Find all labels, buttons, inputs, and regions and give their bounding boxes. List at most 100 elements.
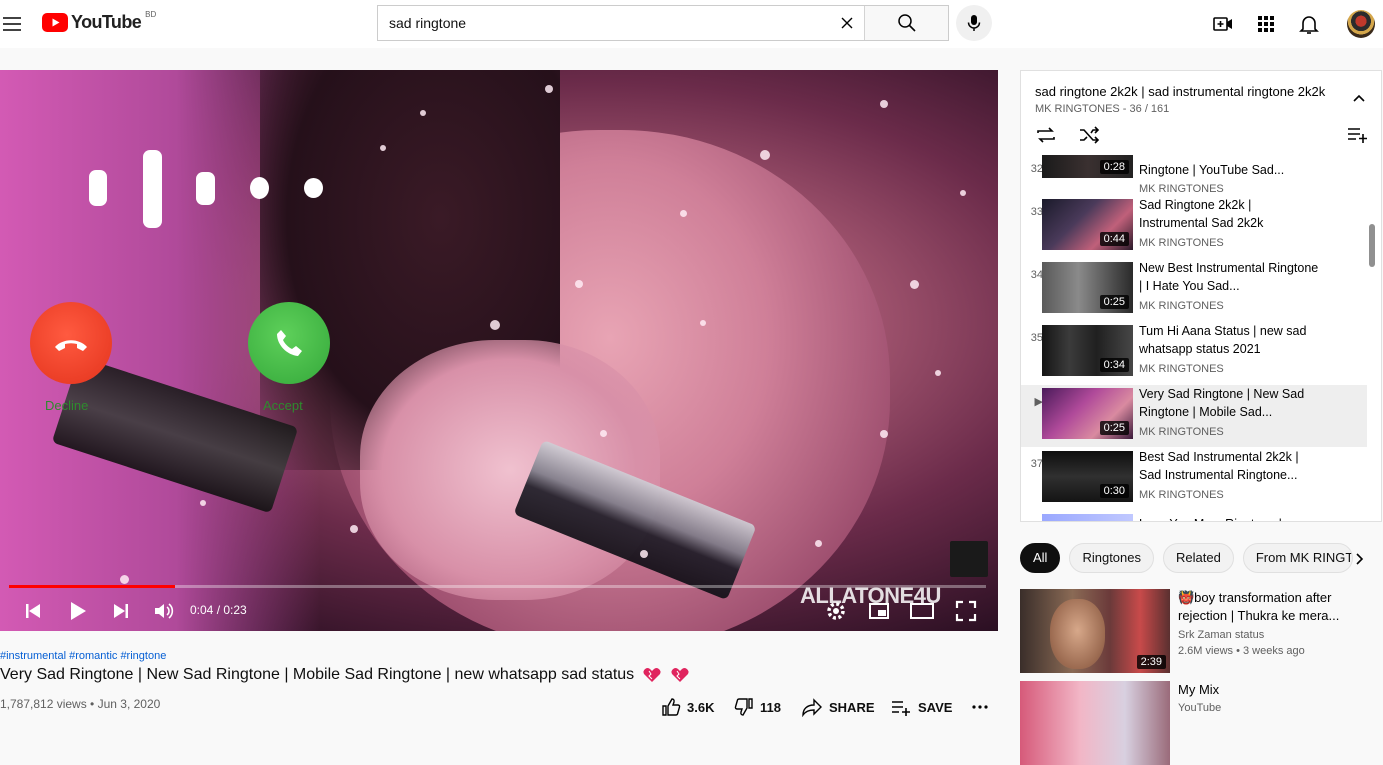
like-icon bbox=[662, 698, 681, 716]
playlist-item[interactable]: 34 0:25 New Best Instrumental Ringtone | I… bbox=[1021, 259, 1367, 321]
avatar[interactable] bbox=[1347, 10, 1375, 38]
related-thumbnail[interactable]: 2:39 bbox=[1020, 589, 1170, 673]
playlist-item-title[interactable]: Tum Hi Aana Status | new sad whatsapp st… bbox=[1139, 322, 1319, 358]
chevron-right-icon[interactable] bbox=[1351, 551, 1367, 567]
chip-ringtones[interactable]: Ringtones bbox=[1069, 543, 1154, 573]
playlist-item-title[interactable]: Sad Ringtone 2k2k | Instrumental Sad 2k2… bbox=[1139, 196, 1319, 232]
video-player[interactable]: Decline Accept ALLATONE4U 0:04 / 0:23 bbox=[0, 70, 998, 631]
heart-emoji-icon bbox=[642, 667, 662, 683]
dislike-count: 118 bbox=[760, 699, 781, 715]
create-video-icon[interactable] bbox=[1211, 12, 1235, 36]
video-title: Very Sad Ringtone | New Sad Ringtone | M… bbox=[0, 666, 690, 684]
chip-related[interactable]: Related bbox=[1163, 543, 1234, 573]
save-label: SAVE bbox=[918, 699, 953, 715]
playlist-item-channel: MK RINGTONES bbox=[1139, 426, 1224, 438]
playlist-item-title[interactable]: Very Sad Ringtone | New Sad Ringtone | M… bbox=[1139, 385, 1319, 421]
playlist-item-thumbnail[interactable]: 0:30 bbox=[1042, 451, 1133, 502]
playlist-scrollbar[interactable] bbox=[1369, 224, 1375, 267]
progress-bar[interactable] bbox=[9, 585, 986, 588]
save-playlist-icon bbox=[892, 701, 910, 716]
add-to-queue-icon[interactable] bbox=[1347, 126, 1369, 144]
volume-icon[interactable] bbox=[152, 600, 174, 622]
logo-text: YouTube bbox=[71, 12, 142, 32]
clear-search-icon[interactable] bbox=[830, 6, 864, 40]
previous-icon[interactable] bbox=[22, 600, 44, 622]
playlist-title[interactable]: sad ringtone 2k2k | sad instrumental rin… bbox=[1035, 84, 1325, 99]
playlist-item-title[interactable]: Love You Mom Ringtone | bbox=[1139, 515, 1319, 521]
more-actions-icon[interactable] bbox=[970, 697, 990, 717]
dislike-icon bbox=[734, 698, 753, 716]
views-date: 1,787,812 views • Jun 3, 2020 bbox=[0, 697, 161, 711]
playlist-item-index: 37 bbox=[1030, 458, 1043, 470]
filter-chips: All Ringtones Related From MK RINGT bbox=[1020, 543, 1353, 573]
related-title[interactable]: My Mix bbox=[1178, 681, 1378, 699]
chip-from-channel[interactable]: From MK RINGT bbox=[1242, 543, 1353, 573]
playlist-header: sad ringtone 2k2k | sad instrumental rin… bbox=[1021, 71, 1381, 155]
play-icon[interactable] bbox=[66, 599, 90, 623]
related-video-1[interactable]: 2:39 👹boy transformation after rejection… bbox=[1020, 589, 1380, 673]
decline-label: Decline bbox=[45, 398, 89, 413]
playlist-item-thumbnail[interactable] bbox=[1042, 514, 1133, 521]
playlist-item-thumbnail[interactable]: 0:25 bbox=[1042, 262, 1133, 313]
duration-badge: 0:25 bbox=[1099, 421, 1129, 435]
apps-icon[interactable] bbox=[1254, 12, 1278, 36]
hashtags[interactable]: #instrumental #romantic #ringtone bbox=[0, 650, 166, 662]
share-label: SHARE bbox=[829, 699, 875, 715]
duration-badge: 2:39 bbox=[1136, 655, 1166, 669]
youtube-logo[interactable]: YouTube BD bbox=[42, 10, 156, 33]
like-button[interactable]: 3.6K bbox=[661, 697, 714, 717]
voice-search-button[interactable] bbox=[956, 5, 992, 41]
search-input[interactable]: sad ringtone bbox=[378, 6, 830, 40]
loop-icon[interactable] bbox=[1035, 125, 1057, 145]
playlist-item[interactable]: 37 0:30 Best Sad Instrumental 2k2k | Sad I… bbox=[1021, 448, 1367, 510]
microphone-icon bbox=[967, 15, 981, 31]
playlist-item-thumbnail[interactable]: 0:25 bbox=[1042, 388, 1133, 439]
duration-badge: 0:34 bbox=[1099, 358, 1129, 372]
menu-icon[interactable] bbox=[0, 12, 24, 36]
related-channel[interactable]: Srk Zaman status bbox=[1178, 629, 1264, 641]
playlist-item-channel: MK RINGTONES bbox=[1139, 300, 1224, 312]
playlist-subtitle[interactable]: MK RINGTONES - 36 / 161 bbox=[1035, 103, 1169, 115]
playlist-item[interactable]: ▶ 0:25 Very Sad Ringtone | New Sad Rington… bbox=[1021, 385, 1367, 447]
duration-badge: 0:25 bbox=[1099, 295, 1129, 309]
time-display: 0:04 / 0:23 bbox=[190, 603, 247, 617]
playlist-item-index: 35 bbox=[1030, 332, 1043, 344]
playlist-item-title[interactable]: Best Sad Instrumental 2k2k | Sad Instrum… bbox=[1139, 448, 1319, 484]
playlist-item[interactable]: 33 0:44 Sad Ringtone 2k2k | Instrumental S… bbox=[1021, 196, 1367, 258]
playlist-item-channel: MK RINGTONES bbox=[1139, 489, 1224, 501]
related-thumbnail[interactable] bbox=[1020, 681, 1170, 765]
shuffle-icon[interactable] bbox=[1078, 125, 1100, 145]
settings-icon[interactable] bbox=[825, 600, 847, 622]
collapse-playlist-icon[interactable] bbox=[1351, 91, 1367, 107]
miniplayer-icon[interactable] bbox=[868, 600, 890, 622]
related-title[interactable]: 👹boy transformation after rejection | Th… bbox=[1178, 589, 1378, 625]
search-button[interactable] bbox=[864, 6, 948, 40]
related-video-2[interactable]: My Mix YouTube bbox=[1020, 681, 1380, 765]
chip-all[interactable]: All bbox=[1020, 543, 1061, 573]
dislike-button[interactable]: 118 bbox=[734, 697, 781, 717]
playlist-item[interactable]: Love You Mom Ringtone | bbox=[1021, 511, 1367, 521]
playlist-item-thumbnail[interactable]: 0:34 bbox=[1042, 325, 1133, 376]
search-icon bbox=[897, 14, 916, 32]
playlist-panel: 32 0:28 Ringtone | YouTube Sad... MK RINGTO… bbox=[1020, 70, 1382, 522]
video-title-text: Very Sad Ringtone | New Sad Ringtone | M… bbox=[0, 666, 635, 683]
notifications-icon[interactable] bbox=[1297, 12, 1321, 36]
save-button[interactable]: SAVE bbox=[890, 697, 952, 717]
theater-mode-icon[interactable] bbox=[910, 601, 934, 621]
playlist-item-index: 34 bbox=[1030, 269, 1043, 281]
playlist-item-title[interactable]: Ringtone | YouTube Sad... bbox=[1139, 161, 1319, 179]
fullscreen-icon[interactable] bbox=[955, 600, 977, 622]
like-count: 3.6K bbox=[687, 699, 715, 715]
playlist-item-thumbnail[interactable]: 0:44 bbox=[1042, 199, 1133, 250]
accept-label: Accept bbox=[263, 398, 303, 413]
channel-watermark-icon[interactable] bbox=[950, 541, 988, 577]
playlist-item-index: 33 bbox=[1030, 206, 1043, 218]
next-icon[interactable] bbox=[110, 600, 132, 622]
playlist-item-title[interactable]: New Best Instrumental Ringtone | I Hate … bbox=[1139, 259, 1319, 295]
playlist-item-channel: MK RINGTONES bbox=[1139, 237, 1224, 249]
search-bar: sad ringtone bbox=[377, 5, 949, 41]
related-channel[interactable]: YouTube bbox=[1178, 702, 1221, 714]
share-button[interactable]: SHARE bbox=[801, 697, 875, 717]
playlist-item[interactable]: 35 0:34 Tum Hi Aana Status | new sad whats… bbox=[1021, 322, 1367, 384]
accept-call-icon bbox=[248, 302, 330, 384]
